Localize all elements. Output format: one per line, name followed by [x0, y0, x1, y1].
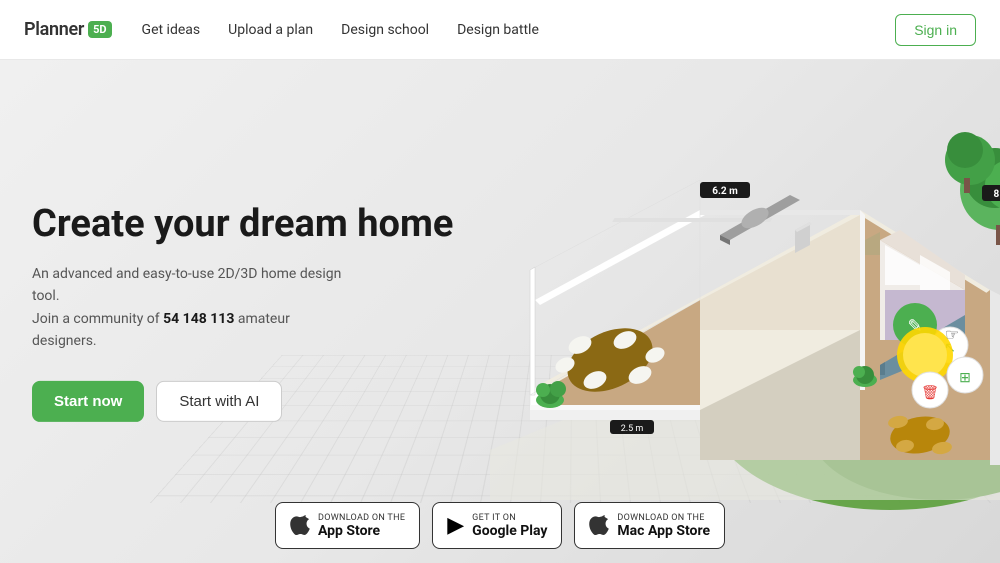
nav-design-school[interactable]: Design school	[341, 22, 429, 38]
google-play-badge[interactable]: ▶ GET IT ON Google Play	[432, 502, 562, 549]
apple-icon	[290, 511, 310, 540]
start-with-ai-button[interactable]: Start with AI	[156, 381, 282, 422]
svg-text:🗑: 🗑	[921, 385, 939, 401]
hero-title: Create your dream home	[32, 201, 453, 247]
mac-app-store-main: Mac App Store	[617, 523, 710, 539]
mac-app-store-badge[interactable]: Download on the Mac App Store	[574, 502, 725, 549]
community-count: 54 148 113	[163, 311, 234, 327]
svg-text:8 m: 8 m	[994, 189, 1000, 200]
hero-desc-line1: An advanced and easy-to-use 2D/3D home d…	[32, 266, 341, 304]
app-store-sub: Download on the	[318, 513, 405, 523]
logo-text: Planner	[24, 19, 84, 40]
hero-content: Create your dream home An advanced and e…	[32, 201, 453, 421]
mac-app-store-sub: Download on the	[617, 513, 710, 523]
google-play-main: Google Play	[472, 523, 547, 539]
logo-badge: 5D	[88, 21, 111, 38]
house-illustration: 6.2 m 8 m 2.5 m ✎ ↖ ⊞	[410, 70, 1000, 510]
hero-section: 6.2 m 8 m 2.5 m ✎ ↖ ⊞	[0, 60, 1000, 563]
hero-buttons: Start now Start with AI	[32, 381, 453, 422]
svg-text:6.2 m: 6.2 m	[712, 186, 738, 197]
navbar: Planner 5D Get ideas Upload a plan Desig…	[0, 0, 1000, 60]
hero-description: An advanced and easy-to-use 2D/3D home d…	[32, 263, 342, 353]
play-icon: ▶	[447, 515, 464, 537]
start-now-button[interactable]: Start now	[32, 381, 144, 422]
hero-desc-line2: Join a community of	[32, 311, 160, 327]
google-play-sub: GET IT ON	[472, 513, 547, 523]
nav-design-battle[interactable]: Design battle	[457, 22, 539, 38]
nav-links: Get ideas Upload a plan Design school De…	[142, 22, 896, 38]
svg-text:☞: ☞	[945, 325, 959, 344]
nav-upload-plan[interactable]: Upload a plan	[228, 22, 313, 38]
app-store-text: Download on the App Store	[318, 513, 405, 539]
svg-text:2.5 m: 2.5 m	[621, 424, 644, 434]
logo[interactable]: Planner 5D	[24, 19, 112, 40]
mac-apple-icon	[589, 511, 609, 540]
signin-button[interactable]: Sign in	[895, 14, 976, 46]
app-store-badge[interactable]: Download on the App Store	[275, 502, 420, 549]
store-badges: Download on the App Store ▶ GET IT ON Go…	[275, 502, 725, 549]
nav-get-ideas[interactable]: Get ideas	[142, 22, 201, 38]
google-play-text: GET IT ON Google Play	[472, 513, 547, 539]
app-store-main: App Store	[318, 523, 405, 539]
mac-app-store-text: Download on the Mac App Store	[617, 513, 710, 539]
svg-text:⊞: ⊞	[959, 370, 971, 386]
